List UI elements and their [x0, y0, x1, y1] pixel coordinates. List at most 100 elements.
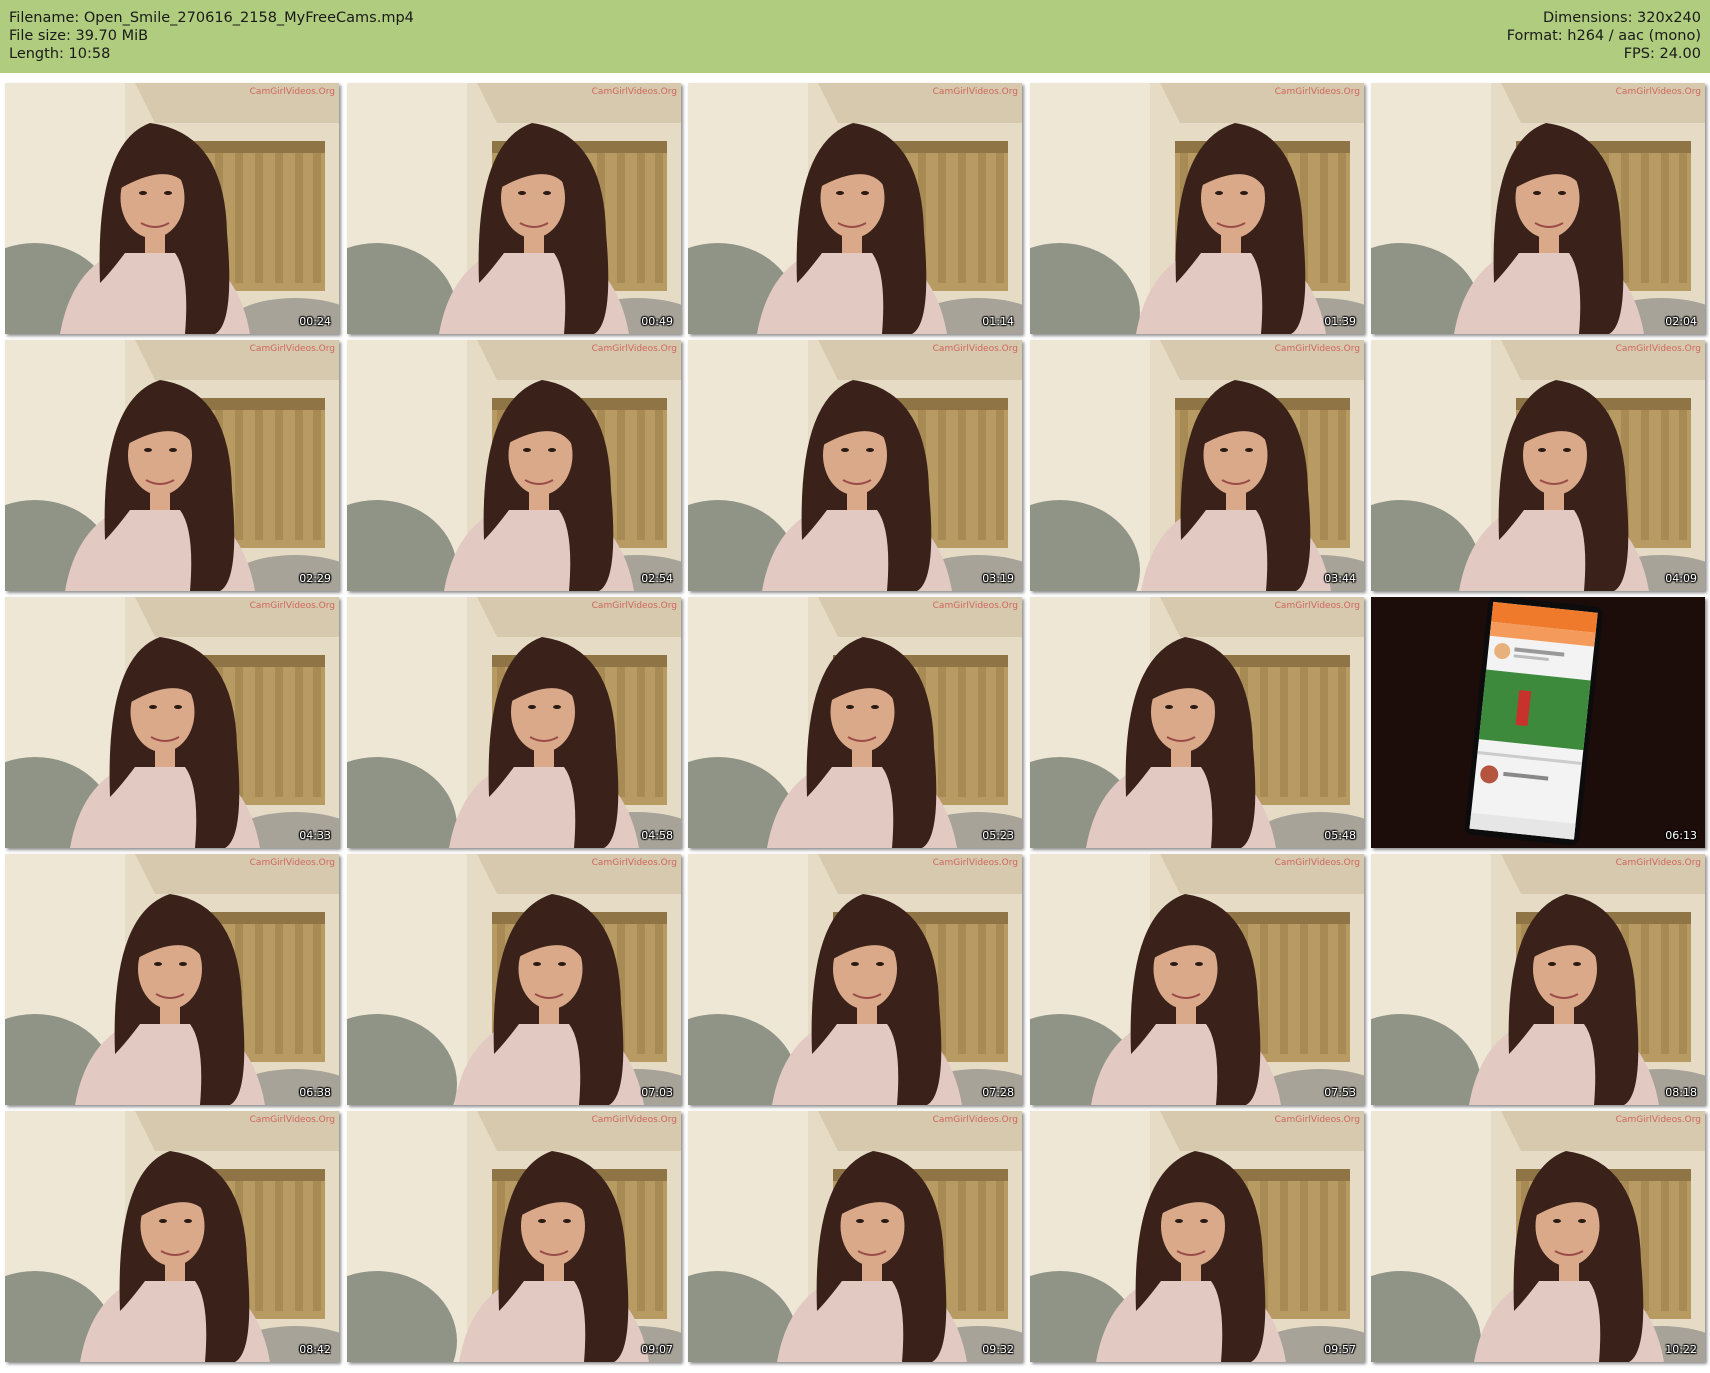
webcam-frame [688, 597, 1022, 848]
watermark-text: CamGirlVideos.Org [1274, 87, 1360, 97]
timestamp-label: 06:13 [1665, 829, 1697, 842]
timestamp-label: 05:23 [982, 829, 1014, 842]
timestamp-label: 00:49 [641, 315, 673, 328]
video-thumbnail: 06:13 [1371, 597, 1705, 848]
video-thumbnail: CamGirlVideos.Org 09:57 [1030, 1111, 1364, 1362]
timestamp-label: 02:54 [641, 572, 673, 585]
webcam-frame [1371, 83, 1705, 334]
webcam-frame [688, 1111, 1022, 1362]
webcam-frame [5, 1111, 339, 1362]
watermark-text: CamGirlVideos.Org [1274, 344, 1360, 354]
timestamp-label: 01:39 [1324, 315, 1356, 328]
watermark-text: CamGirlVideos.Org [591, 601, 677, 611]
webcam-frame [1030, 854, 1364, 1105]
webcam-frame [1371, 340, 1705, 591]
timestamp-label: 08:42 [299, 1343, 331, 1356]
watermark-text: CamGirlVideos.Org [1274, 601, 1360, 611]
format-label: Format: h264 / aac (mono) [1506, 28, 1701, 44]
webcam-frame [347, 1111, 681, 1362]
watermark-text: CamGirlVideos.Org [1615, 858, 1701, 868]
video-thumbnail: CamGirlVideos.Org 04:58 [347, 597, 681, 848]
watermark-text: CamGirlVideos.Org [249, 344, 335, 354]
watermark-text: CamGirlVideos.Org [249, 87, 335, 97]
timestamp-label: 09:32 [982, 1343, 1014, 1356]
timestamp-label: 04:09 [1665, 572, 1697, 585]
video-thumbnail: CamGirlVideos.Org 00:24 [5, 83, 339, 334]
timestamp-label: 04:58 [641, 829, 673, 842]
video-thumbnail: CamGirlVideos.Org 07:03 [347, 854, 681, 1105]
video-thumbnail: CamGirlVideos.Org 05:23 [688, 597, 1022, 848]
webcam-frame [347, 597, 681, 848]
webcam-frame [1030, 597, 1364, 848]
video-thumbnail: CamGirlVideos.Org 01:39 [1030, 83, 1364, 334]
webcam-frame [347, 83, 681, 334]
timestamp-label: 09:57 [1324, 1343, 1356, 1356]
watermark-text: CamGirlVideos.Org [932, 601, 1018, 611]
webcam-frame [347, 854, 681, 1105]
watermark-text: CamGirlVideos.Org [249, 601, 335, 611]
video-thumbnail: CamGirlVideos.Org 03:19 [688, 340, 1022, 591]
video-thumbnail: CamGirlVideos.Org 08:18 [1371, 854, 1705, 1105]
watermark-text: CamGirlVideos.Org [1274, 858, 1360, 868]
timestamp-label: 00:24 [299, 315, 331, 328]
webcam-frame [1371, 1111, 1705, 1362]
timestamp-label: 07:03 [641, 1086, 673, 1099]
webcam-frame [688, 83, 1022, 334]
webcam-frame [688, 854, 1022, 1105]
video-thumbnail: CamGirlVideos.Org 09:32 [688, 1111, 1022, 1362]
webcam-frame [5, 83, 339, 334]
timestamp-label: 02:04 [1665, 315, 1697, 328]
watermark-text: CamGirlVideos.Org [1615, 1115, 1701, 1125]
watermark-text: CamGirlVideos.Org [591, 87, 677, 97]
video-thumbnail: CamGirlVideos.Org 02:54 [347, 340, 681, 591]
timestamp-label: 03:44 [1324, 572, 1356, 585]
watermark-text: CamGirlVideos.Org [1274, 1115, 1360, 1125]
watermark-text: CamGirlVideos.Org [932, 1115, 1018, 1125]
webcam-frame [688, 340, 1022, 591]
webcam-frame [347, 340, 681, 591]
video-thumbnail: CamGirlVideos.Org 04:09 [1371, 340, 1705, 591]
webcam-frame [1030, 1111, 1364, 1362]
watermark-text: CamGirlVideos.Org [591, 344, 677, 354]
timestamp-label: 03:19 [982, 572, 1014, 585]
video-thumbnail: CamGirlVideos.Org 07:53 [1030, 854, 1364, 1105]
watermark-text: CamGirlVideos.Org [932, 858, 1018, 868]
watermark-text: CamGirlVideos.Org [249, 858, 335, 868]
thumbnail-grid: CamGirlVideos.Org 00:24 CamGirlVideos.Or… [5, 83, 1707, 1369]
webcam-frame [5, 854, 339, 1105]
watermark-text: CamGirlVideos.Org [591, 1115, 677, 1125]
length-label: Length: 10:58 [9, 46, 111, 62]
filename-label: Filename: Open_Smile_270616_2158_MyFreeC… [9, 10, 414, 26]
timestamp-label: 10:22 [1665, 1343, 1697, 1356]
video-thumbnail: CamGirlVideos.Org 08:42 [5, 1111, 339, 1362]
timestamp-label: 09:07 [641, 1343, 673, 1356]
timestamp-label: 08:18 [1665, 1086, 1697, 1099]
video-thumbnail: CamGirlVideos.Org 06:38 [5, 854, 339, 1105]
timestamp-label: 02:29 [299, 572, 331, 585]
file-info: Filename: Open_Smile_270616_2158_MyFreeC… [9, 9, 414, 63]
video-thumbnail: CamGirlVideos.Org 09:07 [347, 1111, 681, 1362]
webcam-frame [1030, 83, 1364, 334]
video-thumbnail: CamGirlVideos.Org 05:48 [1030, 597, 1364, 848]
video-thumbnail: CamGirlVideos.Org 04:33 [5, 597, 339, 848]
filesize-label: File size: 39.70 MiB [9, 28, 149, 44]
video-thumbnail: CamGirlVideos.Org 02:04 [1371, 83, 1705, 334]
watermark-text: CamGirlVideos.Org [1615, 87, 1701, 97]
watermark-text: CamGirlVideos.Org [249, 1115, 335, 1125]
video-thumbnail: CamGirlVideos.Org 03:44 [1030, 340, 1364, 591]
webcam-frame [5, 340, 339, 591]
video-thumbnail: CamGirlVideos.Org 07:28 [688, 854, 1022, 1105]
timestamp-label: 07:28 [982, 1086, 1014, 1099]
webcam-frame [1371, 854, 1705, 1105]
dimensions-label: Dimensions: 320x240 [1542, 10, 1701, 26]
info-header: Filename: Open_Smile_270616_2158_MyFreeC… [0, 0, 1710, 73]
fps-label: FPS: 24.00 [1623, 46, 1701, 62]
timestamp-label: 01:14 [982, 315, 1014, 328]
watermark-text: CamGirlVideos.Org [1615, 344, 1701, 354]
timestamp-label: 05:48 [1324, 829, 1356, 842]
timestamp-label: 07:53 [1324, 1086, 1356, 1099]
watermark-text: CamGirlVideos.Org [932, 344, 1018, 354]
webcam-frame [5, 597, 339, 848]
watermark-text: CamGirlVideos.Org [591, 858, 677, 868]
timestamp-label: 04:33 [299, 829, 331, 842]
